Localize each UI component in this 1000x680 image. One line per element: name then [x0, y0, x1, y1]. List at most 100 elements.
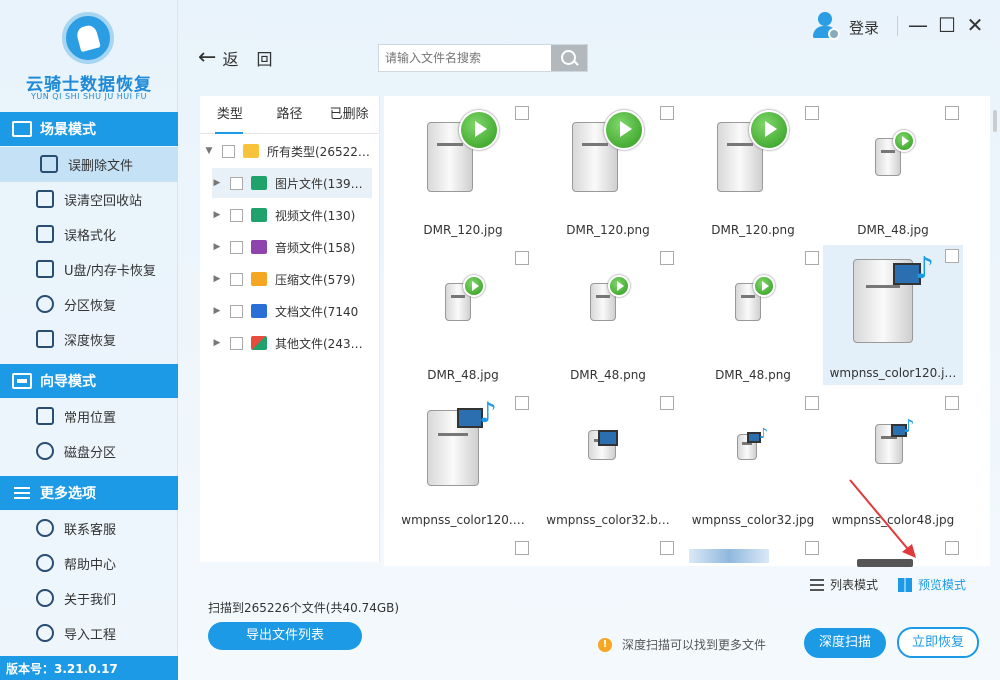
tree-item-documents[interactable]: ▶ 文档文件(7140: [200, 296, 380, 326]
checkbox[interactable]: [660, 396, 674, 410]
nav-item-deleted-files[interactable]: 误删除文件: [0, 147, 178, 182]
checkbox[interactable]: [515, 106, 529, 120]
checkbox[interactable]: [805, 106, 819, 120]
windows-icon: [36, 407, 54, 425]
file-tile-selected[interactable]: ♪ wmpnss_color120.j…: [823, 245, 963, 385]
tree-item-videos[interactable]: ▶ 视频文件(130): [200, 200, 380, 230]
nav-item-partition-recovery[interactable]: 分区恢复: [0, 287, 178, 322]
warning-icon: !: [598, 637, 612, 652]
image-icon: [251, 176, 267, 190]
close-button[interactable]: ✕: [965, 14, 985, 36]
music-note-icon: ♪: [759, 426, 768, 442]
login-link[interactable]: 登录: [849, 17, 879, 38]
play-icon: [608, 275, 630, 297]
caret-right-icon[interactable]: ▶: [212, 338, 222, 348]
checkbox[interactable]: [222, 144, 235, 158]
nav-item-format[interactable]: 误格式化: [0, 217, 178, 252]
checkbox[interactable]: [230, 304, 243, 318]
tree-item-images[interactable]: ▶ 图片文件(139…: [212, 168, 372, 198]
tab-path[interactable]: 路径: [260, 96, 320, 133]
nav-item-common-locations[interactable]: 常用位置: [0, 399, 178, 434]
file-tile[interactable]: DMR_48.png: [538, 247, 678, 387]
export-list-button[interactable]: 导出文件列表: [208, 622, 362, 650]
caret-down-icon[interactable]: ▼: [204, 146, 214, 156]
nav-item-help-center[interactable]: 帮助中心: [0, 546, 178, 581]
preview-mode-toggle[interactable]: 预览模式: [898, 576, 966, 593]
checkbox[interactable]: [945, 249, 959, 263]
checkbox[interactable]: [230, 240, 243, 254]
divider: [897, 16, 898, 36]
caret-right-icon[interactable]: ▶: [212, 274, 222, 284]
thumbnail-preview: [689, 549, 769, 563]
file-tile[interactable]: DMR_120.jpg: [393, 102, 533, 242]
checkbox[interactable]: [660, 541, 674, 555]
deep-recovery-icon: [36, 330, 54, 348]
file-tile[interactable]: ♪ wmpnss_color120.…: [393, 392, 533, 532]
caret-right-icon[interactable]: ▶: [212, 242, 222, 252]
grid-icon: [898, 577, 912, 592]
file-tile[interactable]: DMR_48.jpg: [823, 102, 963, 242]
checkbox[interactable]: [945, 541, 959, 555]
checkbox[interactable]: [515, 541, 529, 555]
checkbox[interactable]: [660, 106, 674, 120]
search-icon[interactable]: [551, 45, 587, 71]
checkbox[interactable]: [230, 208, 243, 222]
scrollbar[interactable]: [993, 110, 997, 132]
play-icon: [459, 110, 499, 150]
nav-item-about[interactable]: 关于我们: [0, 581, 178, 616]
checkbox[interactable]: [660, 251, 674, 265]
file-tile[interactable]: DMR_48.jpg: [393, 247, 533, 387]
file-tile[interactable]: ♪ wmpnss_color32.jpg: [683, 392, 823, 532]
nav-item-disk-partition[interactable]: 磁盘分区: [0, 434, 178, 469]
music-note-icon: ♪: [479, 396, 497, 429]
search-input[interactable]: [379, 45, 551, 71]
nav-item-import-project[interactable]: 导入工程: [0, 616, 178, 651]
usb-icon: [36, 260, 54, 278]
nav-item-usb-card[interactable]: U盘/内存卡恢复: [0, 252, 178, 287]
file-tile-partial[interactable]: [393, 537, 533, 567]
play-icon: [604, 110, 644, 150]
maximize-button[interactable]: ☐: [937, 14, 957, 36]
file-tile[interactable]: DMR_120.png: [683, 102, 823, 242]
logo-icon: [62, 12, 114, 64]
user-avatar-icon[interactable]: [812, 12, 840, 40]
caret-right-icon[interactable]: ▶: [212, 210, 222, 220]
checkbox[interactable]: [230, 272, 243, 286]
tab-type[interactable]: 类型: [200, 96, 260, 134]
caret-right-icon[interactable]: ▶: [212, 178, 222, 188]
tree-item-audio[interactable]: ▶ 音频文件(158): [200, 232, 380, 262]
checkbox[interactable]: [230, 176, 243, 190]
checkbox[interactable]: [945, 106, 959, 120]
nav-item-contact-support[interactable]: 联系客服: [0, 511, 178, 546]
tree-item-all-types[interactable]: ▼ 所有类型(26522…: [200, 136, 380, 166]
checkbox[interactable]: [805, 541, 819, 555]
nav-item-recycle-bin[interactable]: 误清空回收站: [0, 182, 178, 217]
tree-item-archives[interactable]: ▶ 压缩文件(579): [200, 264, 380, 294]
file-tile-partial[interactable]: [683, 537, 823, 567]
file-tile[interactable]: DMR_120.png: [538, 102, 678, 242]
file-tile-partial[interactable]: [538, 537, 678, 567]
back-button[interactable]: ← 返 回: [198, 46, 272, 70]
recover-now-button[interactable]: 立即恢复: [897, 627, 979, 658]
file-tile[interactable]: DMR_48.png: [683, 247, 823, 387]
deep-scan-hint: ! 深度扫描可以找到更多文件: [598, 636, 766, 653]
checkbox[interactable]: [945, 396, 959, 410]
scan-summary: 扫描到265226个文件(共40.74GB): [208, 601, 400, 615]
checkbox[interactable]: [515, 396, 529, 410]
video-icon: [251, 208, 267, 222]
list-mode-toggle[interactable]: 列表模式: [810, 576, 878, 593]
deep-scan-button[interactable]: 深度扫描: [804, 628, 886, 658]
checkbox[interactable]: [805, 251, 819, 265]
file-tile[interactable]: wmpnss_color32.b…: [538, 392, 678, 532]
checkbox[interactable]: [230, 336, 243, 350]
caret-right-icon[interactable]: ▶: [212, 306, 222, 316]
tab-deleted[interactable]: 已删除: [319, 96, 379, 133]
checkbox[interactable]: [805, 396, 819, 410]
tree-item-other[interactable]: ▶ 其他文件(243…: [200, 328, 380, 358]
list-icon: [810, 578, 824, 592]
tree-tabs: 类型 路径 已删除: [200, 96, 379, 134]
checkbox[interactable]: [515, 251, 529, 265]
archive-icon: [251, 272, 267, 286]
nav-item-deep-recovery[interactable]: 深度恢复: [0, 322, 178, 357]
minimize-button[interactable]: —: [908, 14, 928, 36]
